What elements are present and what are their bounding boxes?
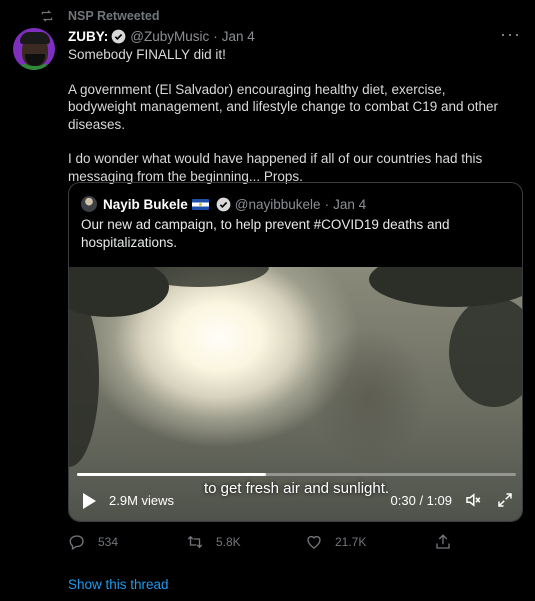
heart-icon — [307, 535, 321, 549]
like-count: 21.7K — [335, 535, 367, 549]
show-thread-link[interactable]: Show this thread — [68, 577, 169, 592]
reply-count: 534 — [98, 535, 119, 549]
tweet-date[interactable]: Jan 4 — [222, 29, 255, 44]
quoted-avatar[interactable] — [81, 196, 97, 212]
author-name[interactable]: ZUBY: — [68, 29, 108, 44]
view-count: 2.9M views — [109, 493, 175, 508]
reply-icon — [69, 535, 84, 550]
quoted-author-handle[interactable]: @nayibbukele — [235, 197, 321, 212]
quoted-tweet[interactable]: Nayib Bukele @nayibbukele · Jan 4 Our ne… — [68, 182, 523, 522]
video-player[interactable]: to get fresh air and sunlight. 2.9M view… — [69, 267, 522, 521]
tweet-header: ZUBY: @ZubyMusic · Jan 4 — [68, 27, 255, 45]
quoted-tweet-text: Our new ad campaign, to help prevent #CO… — [81, 217, 450, 250]
tweet-actions: 534 5.8K 21.7K — [68, 533, 450, 553]
like-button[interactable]: 21.7K — [305, 533, 366, 551]
video-person — [299, 327, 449, 477]
play-icon[interactable] — [83, 493, 96, 509]
quoted-tweet-header: Nayib Bukele @nayibbukele · Jan 4 — [81, 195, 366, 213]
retweet-count: 5.8K — [216, 535, 241, 549]
separator: · — [213, 28, 218, 44]
retweet-icon — [187, 535, 203, 549]
video-time: 0:30 / 1:09 — [390, 493, 452, 508]
quoted-author-name[interactable]: Nayib Bukele — [103, 197, 188, 212]
verified-icon — [111, 29, 126, 43]
separator: · — [324, 196, 330, 212]
avatar[interactable] — [13, 28, 55, 70]
tweet-paragraph: I do wonder what would have happened if … — [68, 151, 483, 184]
more-options-icon[interactable]: ··· — [500, 25, 521, 43]
share-icon — [436, 534, 450, 549]
video-controls: 2.9M views 0:30 / 1:09 — [69, 489, 522, 513]
reply-button[interactable]: 534 — [68, 533, 118, 551]
volume-icon[interactable] — [463, 491, 483, 509]
retweet-indicator: NSP Retweeted — [40, 9, 159, 23]
tweet-paragraph: A government (El Salvador) encouraging h… — [68, 81, 499, 132]
retweet-label[interactable]: NSP Retweeted — [68, 9, 159, 23]
share-button[interactable] — [434, 533, 452, 551]
fullscreen-icon[interactable] — [496, 491, 514, 509]
verified-icon — [216, 197, 231, 211]
tweet-text: Somebody FINALLY did it! A government (E… — [68, 46, 508, 185]
el-salvador-flag-icon — [191, 198, 209, 210]
author-handle[interactable]: @ZubyMusic — [130, 29, 209, 44]
retweet-icon — [41, 10, 53, 22]
video-progress-bar[interactable] — [77, 473, 516, 476]
retweet-button[interactable]: 5.8K — [186, 533, 241, 551]
quoted-tweet-date[interactable]: Jan 4 — [333, 197, 366, 212]
tweet-paragraph: Somebody FINALLY did it! — [68, 47, 226, 62]
